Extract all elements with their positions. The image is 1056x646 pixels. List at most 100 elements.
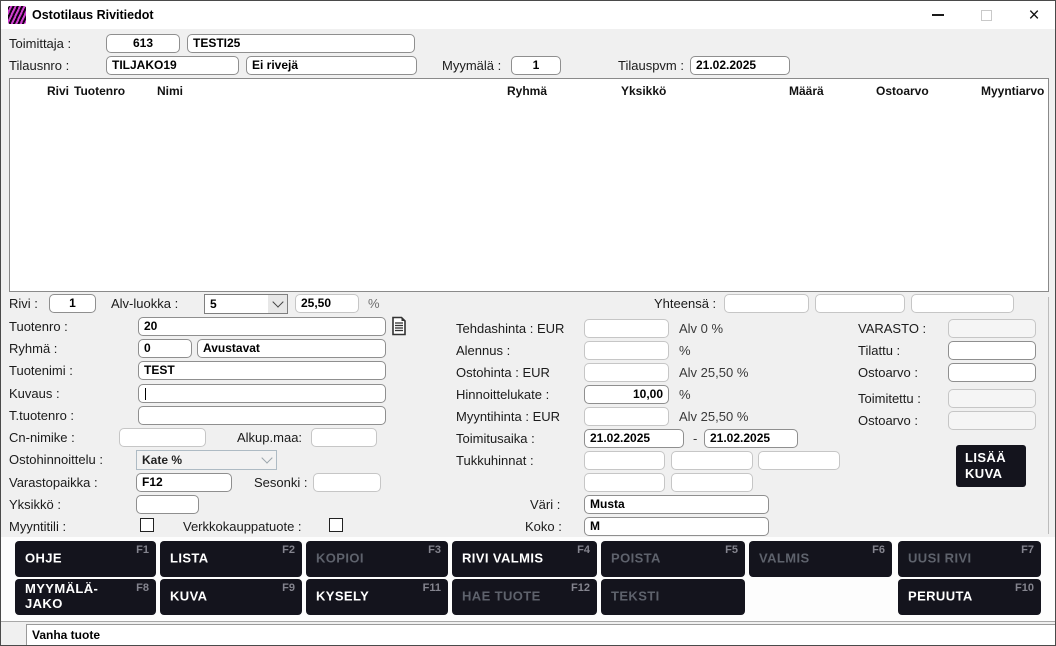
tukkuhinta-field-4[interactable]: [584, 473, 665, 492]
varasto-label: VARASTO :: [858, 321, 926, 336]
verkkokauppatuote-label: Verkkokauppatuote :: [183, 519, 302, 534]
lisaa-kuva-button[interactable]: LISÄÄ KUVA: [956, 445, 1026, 487]
kopioi-button: KOPIOIF3: [306, 541, 448, 577]
valmis-button: VALMISF6: [749, 541, 892, 577]
tuotenimi-label: Tuotenimi :: [9, 363, 73, 378]
tukkuhinta-field-5[interactable]: [671, 473, 753, 492]
myymalajako-button[interactable]: MYYMÄLÄ- JAKOF8: [15, 579, 156, 615]
yksikko-label: Yksikkö :: [9, 497, 61, 512]
cn-nimike-label: Cn-nimike :: [9, 430, 75, 445]
alkup-maa-label: Alkup.maa:: [237, 430, 302, 445]
hinnoittelukate-field[interactable]: 10,00: [584, 385, 669, 404]
ostoarvo1-field[interactable]: [948, 363, 1036, 382]
verkkokauppatuote-checkbox[interactable]: [329, 518, 343, 532]
col-rivi: Rivi: [47, 84, 69, 98]
poista-button: POISTAF5: [601, 541, 745, 577]
koko-label: Koko :: [525, 519, 562, 534]
toimitettu-label: Toimitettu :: [858, 391, 921, 406]
varastopaikka-field[interactable]: F12: [136, 473, 232, 492]
tuotenro-field[interactable]: 20: [138, 317, 386, 336]
ostohinta-field[interactable]: [584, 363, 669, 382]
kuva-button[interactable]: KUVAF9: [160, 579, 302, 615]
toimitusaika-separator: -: [693, 431, 697, 446]
order-rows-table[interactable]: Rivi Tuotenro Nimi Ryhmä Yksikkö Määrä O…: [9, 78, 1049, 292]
product-notes-icon[interactable]: [391, 316, 407, 336]
myymala-label: Myymälä :: [442, 58, 501, 73]
myyntihinta-field[interactable]: [584, 407, 669, 426]
tilattu-label: Tilattu :: [858, 343, 900, 358]
close-icon: ×: [1028, 6, 1039, 25]
col-myyntiarvo: Myyntiarvo: [981, 84, 1044, 98]
myyntihinta-label: Myyntihinta : EUR: [456, 409, 560, 424]
kysely-button[interactable]: KYSELYF11: [306, 579, 448, 615]
tilausnro-label: Tilausnro :: [9, 58, 69, 73]
hae-tuote-button: HAE TUOTEF12: [452, 579, 597, 615]
cn-nimike-field[interactable]: [119, 428, 206, 447]
tukkuhinta-field-3[interactable]: [758, 451, 840, 470]
ohje-button[interactable]: OHJEF1: [15, 541, 156, 577]
toimittaja-code-field[interactable]: 613: [106, 34, 180, 53]
alkup-maa-field[interactable]: [311, 428, 377, 447]
button-bar: OHJEF1 LISTAF2 KOPIOIF3 RIVI VALMISF4 PO…: [1, 537, 1056, 621]
ostoarvo2-label: Ostoarvo :: [858, 413, 918, 428]
col-nimi: Nimi: [157, 84, 183, 98]
teksti-button: TEKSTI: [601, 579, 745, 615]
status-text: Vanha tuote: [26, 624, 1056, 646]
myymala-field[interactable]: 1: [511, 56, 561, 75]
app-icon: [8, 6, 26, 24]
tilausnro-field[interactable]: TILJAKO19: [106, 56, 239, 75]
peruuta-button[interactable]: PERUUTAF10: [898, 579, 1041, 615]
toimitusaika-to-field[interactable]: 21.02.2025: [704, 429, 798, 448]
toimittaja-name-field[interactable]: TESTI25: [187, 34, 415, 53]
toimitettu-field: [948, 389, 1036, 408]
alv-luokka-select[interactable]: 5: [204, 294, 288, 314]
chevron-down-icon[interactable]: [268, 295, 287, 313]
tuotenimi-field[interactable]: TEST: [138, 361, 386, 380]
hinnoittelukate-label: Hinnoittelukate :: [456, 387, 549, 402]
kuvaus-field[interactable]: [138, 384, 386, 403]
tukkuhinta-field-2[interactable]: [671, 451, 753, 470]
chevron-down-icon: [257, 451, 276, 469]
ryhma-name-field: Avustavat: [197, 339, 386, 358]
maximize-icon: [981, 10, 992, 21]
minimize-button[interactable]: [921, 1, 955, 29]
col-ostoarvo: Ostoarvo: [876, 84, 929, 98]
tukkuhinta-field-1[interactable]: [584, 451, 665, 470]
tilauspvm-label: Tilauspvm :: [618, 58, 684, 73]
yhteensa-field-3: [911, 294, 1014, 313]
tilauspvm-field[interactable]: 21.02.2025: [690, 56, 790, 75]
rivi-valmis-button[interactable]: RIVI VALMISF4: [452, 541, 597, 577]
myyntitili-checkbox[interactable]: [140, 518, 154, 532]
yksikko-field[interactable]: [136, 495, 199, 514]
tehdashinta-field[interactable]: [584, 319, 669, 338]
lista-button[interactable]: LISTAF2: [160, 541, 302, 577]
yhteensa-label: Yhteensä :: [654, 296, 716, 311]
toimitusaika-label: Toimitusaika :: [456, 431, 535, 446]
toimitusaika-from-field[interactable]: 21.02.2025: [584, 429, 684, 448]
close-button[interactable]: ×: [1017, 1, 1051, 29]
rivi-label: Rivi :: [9, 296, 38, 311]
title-bar: Ostotilaus Rivitiedot ×: [1, 1, 1055, 29]
hinnoittelukate-suffix: %: [679, 387, 691, 402]
koko-field[interactable]: M: [584, 517, 769, 536]
t-tuotenro-field[interactable]: [138, 406, 386, 425]
vari-label: Väri :: [530, 497, 560, 512]
rivi-field[interactable]: 1: [49, 294, 96, 313]
alv-luokka-label: Alv-luokka :: [111, 296, 178, 311]
yhteensa-field-1: [724, 294, 809, 313]
text-caret: [145, 388, 146, 400]
vari-field[interactable]: Musta: [584, 495, 769, 514]
col-yksikko: Yksikkö: [621, 84, 666, 98]
tilattu-field[interactable]: [948, 341, 1036, 360]
ostoarvo2-field: [948, 411, 1036, 430]
alennus-label: Alennus :: [456, 343, 510, 358]
maximize-button: [969, 1, 1003, 29]
ostoarvo1-label: Ostoarvo :: [858, 365, 918, 380]
uusi-rivi-button: UUSI RIVIF7: [898, 541, 1041, 577]
ryhma-code-field[interactable]: 0: [138, 339, 192, 358]
alennus-field[interactable]: [584, 341, 669, 360]
alv-percent-suffix: %: [368, 296, 380, 311]
varastopaikka-label: Varastopaikka :: [9, 475, 98, 490]
col-tuotenro: Tuotenro: [74, 84, 125, 98]
sesonki-field[interactable]: [313, 473, 381, 492]
